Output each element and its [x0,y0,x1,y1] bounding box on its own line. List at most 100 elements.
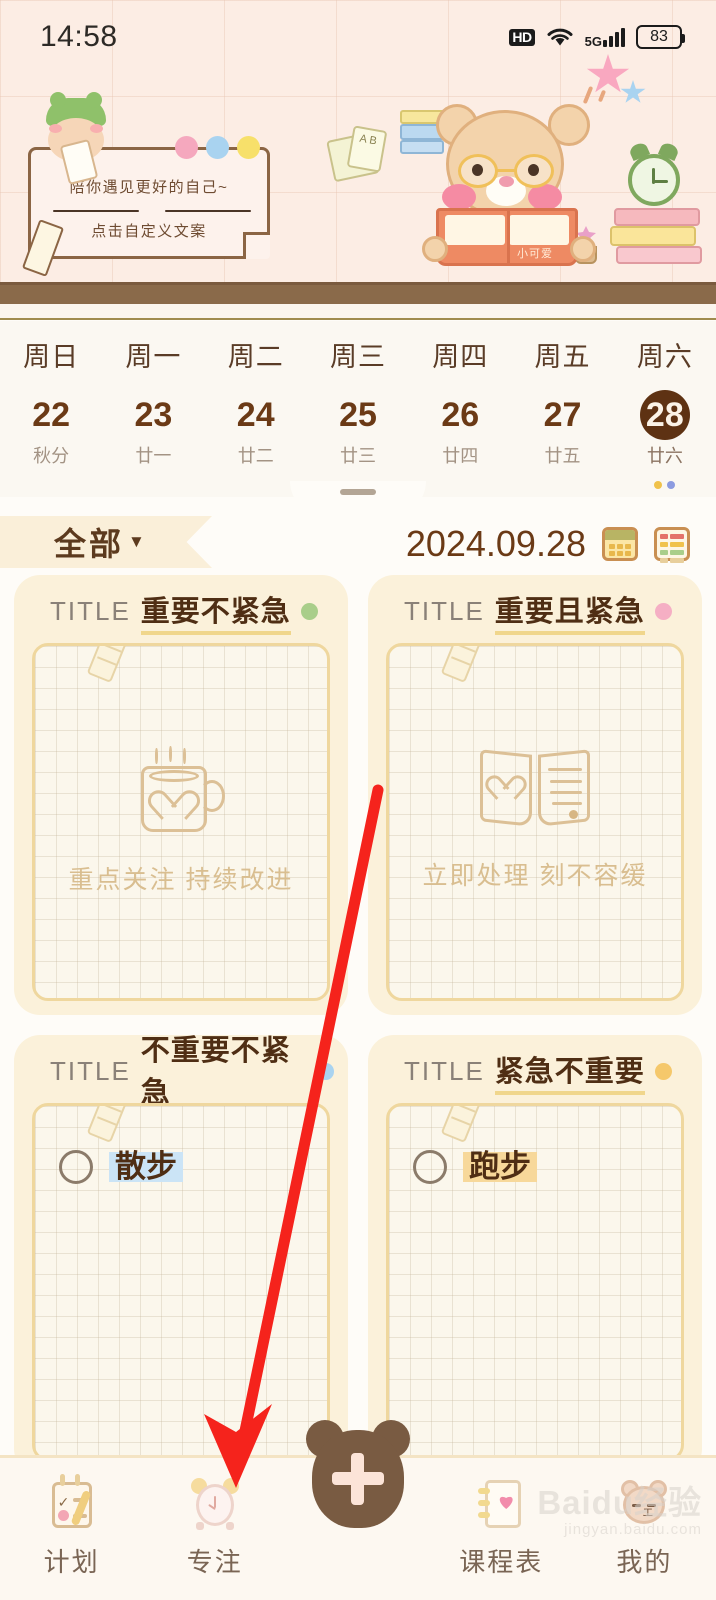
status-indicators: HD 5G 83 [509,25,685,49]
network-type-label: 5G [584,33,602,49]
list-view-icon[interactable] [654,527,690,563]
card-label: TITLE [404,1055,485,1086]
card-paper-area[interactable]: 立即处理 刻不容缓 [386,643,684,1001]
category-filter-chip[interactable]: 全部 ▼ [0,516,212,568]
lunar-label: 廿四 [442,446,479,466]
status-time: 14:58 [40,20,118,53]
lunar-label: 廿二 [237,446,274,466]
weekday-label: 周日 [23,342,80,372]
open-book-heart-icon [480,749,590,830]
green-alarm-clock-icon [628,154,680,206]
sheet-notch [290,481,426,517]
quote-card-dots [175,136,260,159]
card-label: TITLE [404,595,485,626]
lunar-label: 廿一 [135,446,172,466]
nav-item-plan[interactable]: ✓ 计划 [0,1458,143,1579]
weekday-label: 周一 [125,342,182,372]
card-color-dot [654,602,672,620]
day-column-5[interactable]: 周五 27 廿五 [511,321,613,497]
reading-bear-illustration: 小可爱 [400,104,702,280]
sheet-drag-handle[interactable] [340,489,376,495]
task-item[interactable]: 散步 [59,1150,183,1184]
watermark: Baidu经验 jingyan.baidu.com [537,1476,702,1538]
card-paper-area[interactable]: 散步 [32,1103,330,1461]
schedule-book-icon [472,1474,530,1532]
task-label: 散步 [109,1151,183,1182]
weekday-label: 周六 [636,342,693,372]
card-header: TITLE 不重要不紧急 [28,1035,334,1116]
day-column-6-today[interactable]: 周六 28 廿六 [614,321,716,497]
day-number: 26 [441,396,480,434]
card-color-dot [300,602,318,620]
day-number: 25 [339,396,377,434]
mug-heart-icon [135,746,227,834]
nav-item-focus[interactable]: 专注 [143,1458,286,1579]
weekday-label: 周四 [432,342,489,372]
notepad-icon: ✓ [43,1474,101,1532]
weekday-label: 周五 [534,342,591,372]
book-cover-label: 小可爱 [517,248,553,260]
quote-divider [53,210,251,212]
day-column-1[interactable]: 周一 23 廿一 [102,321,204,497]
category-filter-label: 全部 [54,526,125,562]
event-dots [654,481,676,489]
quote-line-2: 点击自定义文案 [91,223,207,240]
task-label: 跑步 [463,1151,537,1182]
quadrant-card-important-and-urgent[interactable]: TITLE 重要且紧急 立即处理 刻不容缓 [368,575,702,1015]
card-title: 重要不紧急 [140,588,291,635]
book-stack-item [614,208,700,226]
lunar-label: 廿三 [339,446,376,466]
book-stack-item [610,226,696,246]
day-column-2[interactable]: 周二 24 廿二 [205,321,307,497]
weekday-label: 周二 [227,342,284,372]
week-calendar-strip[interactable]: 周日 22 秋分 周一 23 廿一 周二 24 廿二 周三 25 廿三 周四 2… [0,321,716,497]
battery-icon: 83 [636,25,685,49]
card-label: TITLE [50,595,131,626]
card-label: TITLE [50,1055,131,1086]
day-column-0[interactable]: 周日 22 秋分 [0,321,102,497]
day-number: 24 [236,396,275,434]
nav-label: 专注 [186,1547,243,1577]
quote-line-1: 陪你遇见更好的自己~ [69,179,229,196]
watermark-main: Baidu经验 [537,1484,702,1521]
card-header: TITLE 重要且紧急 [382,588,688,635]
quadrant-card-not-important-not-urgent[interactable]: TITLE 不重要不紧急 散步 [14,1035,348,1475]
day-column-3[interactable]: 周三 25 廿三 [307,321,409,497]
task-item[interactable]: 跑步 [413,1150,537,1184]
nav-label: 课程表 [459,1547,544,1577]
day-column-4[interactable]: 周四 26 廿四 [409,321,511,497]
wooden-shelf [0,282,716,304]
empty-state-caption: 重点关注 持续改进 [68,866,294,894]
quadrant-card-urgent-not-important[interactable]: TITLE 紧急不重要 跑步 [368,1035,702,1475]
empty-state: 立即处理 刻不容缓 [389,646,681,998]
nav-label: 我的 [616,1547,673,1577]
add-task-fab[interactable] [306,1420,410,1532]
tape-clip-icon [86,1106,130,1144]
card-title: 紧急不重要 [494,1048,645,1095]
card-header: TITLE 重要不紧急 [28,588,334,635]
status-bar: 14:58 HD 5G 83 [0,0,716,74]
card-header: TITLE 紧急不重要 [382,1048,688,1095]
task-checkbox[interactable] [413,1150,447,1184]
empty-state-caption: 立即处理 刻不容缓 [422,862,648,890]
book-stack-item [400,140,444,154]
shelf-accent-line [0,318,716,320]
nav-label: 计划 [43,1547,100,1577]
card-title: 重要且紧急 [494,588,645,635]
empty-state: 重点关注 持续改进 [35,646,327,998]
date-controls: 2024.09.28 [406,523,690,565]
card-paper-area[interactable]: 重点关注 持续改进 [32,643,330,1001]
quadrant-card-important-not-urgent[interactable]: TITLE 重要不紧急 重点关注 持续改进 [14,575,348,1015]
calendar-icon[interactable] [602,527,638,561]
day-number-selected: 28 [639,390,690,440]
lunar-label: 廿五 [544,446,581,466]
sticky-note-lettered-icon: A B [346,125,388,173]
current-date-label: 2024.09.28 [405,523,586,564]
lunar-label: 廿六 [646,446,683,466]
book-stack-item [616,246,702,264]
card-color-dot [654,1062,672,1080]
task-checkbox[interactable] [59,1150,93,1184]
card-paper-area[interactable]: 跑步 [386,1103,684,1461]
hd-icon: HD [509,28,535,46]
chevron-down-icon: ▼ [128,532,145,551]
